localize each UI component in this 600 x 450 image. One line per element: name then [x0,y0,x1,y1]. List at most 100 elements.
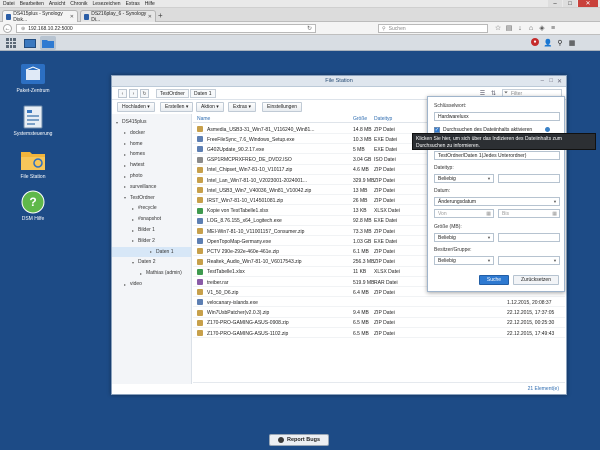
new-tab-icon[interactable]: + [158,11,163,20]
table-row[interactable]: Win7UsbPatcher(v2.0.3).zip 9.4 MB ZIP Date… [193,308,565,318]
reader-icon[interactable]: ▤ [505,24,513,32]
tree-item[interactable]: ▾ DS415plus [116,117,146,127]
settings-button[interactable]: Einstellungen [262,102,303,112]
chevron-right-icon[interactable]: ▸ [132,228,136,233]
tree-item[interactable]: ▸ #recycle [132,203,157,213]
menu-lesezeichen[interactable]: Lesezeichen [93,1,121,7]
chevron-right-icon[interactable]: ▸ [132,217,136,222]
chevron-right-icon[interactable]: ▸ [150,249,154,254]
extension-input[interactable] [498,174,560,183]
chevron-right-icon[interactable]: ▸ [132,238,136,243]
tree-item[interactable]: ▸ Bilder 1 [132,225,155,235]
download-icon[interactable]: ↓ [516,24,524,32]
tree-item[interactable]: ▸ hwtest [124,160,144,170]
filetype-select[interactable]: Beliebig ▼ [434,174,494,183]
tree-item[interactable]: ▸ surveillance [124,182,156,192]
tools-button[interactable]: Extras ▾ [228,102,257,112]
upload-button[interactable]: Hochladen ▾ [117,102,155,112]
hamburger-menu-icon[interactable]: ≡ [549,24,557,32]
home-icon[interactable]: ⌂ [527,24,535,32]
chevron-right-icon[interactable]: ▸ [124,163,128,168]
tree-item[interactable]: ▸ docker [124,128,145,138]
menu-datei[interactable]: Datei [3,1,15,7]
tree-item[interactable]: ▸ Mathias (admin) [140,268,182,278]
notification-icon[interactable]: ● [531,38,539,46]
chevron-right-icon[interactable]: ▸ [124,174,128,179]
tab-close-icon[interactable]: ✕ [70,14,74,20]
table-row[interactable]: Z170-PRO-GAMING-ASUS-0908.zip 6.5 MB ZIP D… [193,318,565,328]
back-icon[interactable]: ‹ [118,89,127,98]
chevron-right-icon[interactable]: ▸ [124,152,128,157]
chevron-down-icon[interactable]: ▾ [132,260,136,265]
date-from-input[interactable]: Von ▦ [434,209,494,218]
maximize-icon[interactable]: □ [549,78,553,84]
column-name[interactable]: Name [197,116,210,122]
desktop-icon-control-panel[interactable]: Systemsteuerung [8,105,58,137]
info-icon[interactable] [544,126,551,133]
taskbar-file-station-icon[interactable] [40,36,56,50]
size-input[interactable] [498,233,560,242]
search-icon[interactable]: ⚲ [555,38,565,48]
minimize-icon[interactable]: – [548,0,562,7]
forward-icon[interactable]: › [129,89,138,98]
tree-item[interactable]: ▸ Daten 1 [112,246,191,257]
widgets-icon[interactable]: ▦ [567,38,577,48]
breadcrumb-item[interactable]: TestOrdner [156,89,189,98]
chevron-right-icon[interactable]: ▸ [124,130,128,135]
main-menu-icon[interactable] [6,38,16,48]
menu-ansicht[interactable]: Ansicht [49,1,65,7]
maximize-icon[interactable]: □ [563,0,577,7]
reset-button[interactable]: Zurücksetzen [513,275,559,285]
location-select[interactable]: TestOrdner/Daten 1(Jedes Unterordner) [434,151,560,160]
desktop-icon-dsm-help[interactable]: ? DSM Hilfe [8,190,58,222]
tree-item[interactable]: ▸ #snapshot [132,214,161,224]
table-row[interactable]: Z170-PRO-GAMING-ASUS-1102.zip 6.5 MB ZIP D… [193,328,565,338]
chevron-down-icon[interactable]: ▾ [116,120,120,125]
chevron-right-icon[interactable]: ▸ [124,141,128,146]
url-bar[interactable]: ⊕ 192.168.10.22:5000 ↻ [16,24,316,33]
action-button[interactable]: Aktion ▾ [196,102,224,112]
tree-item[interactable]: ▸ photo [124,171,143,181]
reload-icon[interactable]: ↻ [307,25,312,32]
keyword-input[interactable]: Hardwareluxx [434,112,560,121]
user-icon[interactable]: 👤 [543,38,553,48]
chevron-right-icon[interactable]: ▸ [124,282,128,287]
report-bugs-button[interactable]: Report Bugs [269,434,329,446]
menu-bearbeiten[interactable]: Bearbeiten [20,1,44,7]
browser-tab-2[interactable]: DS216play_6 - Synology Di... ✕ [80,10,156,23]
tree-item[interactable]: ▾ TestOrdner [124,193,155,203]
owner-value-select[interactable]: ▼ [498,256,560,265]
search-input[interactable]: ⚲ Suchen [378,24,488,33]
tree-item[interactable]: ▸ home [124,139,143,149]
tree-item[interactable]: ▸ Bilder 2 [132,236,155,246]
owner-select[interactable]: Beliebig ▼ [434,256,494,265]
menu-hilfe[interactable]: Hilfe [145,1,155,7]
tab-close-icon[interactable]: ✕ [148,14,152,20]
pocket-icon[interactable]: ◈ [538,24,546,32]
menu-chronik[interactable]: Chronik [70,1,87,7]
column-size[interactable]: Größe [353,116,367,122]
close-icon[interactable]: ✕ [578,0,598,7]
star-icon[interactable]: ☆ [494,24,502,32]
date-to-input[interactable]: Bis ▦ [498,209,560,218]
chevron-down-icon[interactable]: ▾ [124,195,128,200]
desktop-icon-file-station[interactable]: File Station [8,148,58,180]
chevron-right-icon[interactable]: ▸ [124,184,128,189]
back-icon[interactable]: ← [3,24,12,33]
show-desktop-icon[interactable] [22,36,38,50]
chevron-right-icon[interactable]: ▸ [132,206,136,211]
minimize-icon[interactable]: – [541,78,544,84]
menu-extras[interactable]: Extras [126,1,140,7]
tree-item[interactable]: ▾ Daten 2 [132,257,156,267]
breadcrumb-item[interactable]: Daten 1 [190,89,216,98]
refresh-icon[interactable]: ↻ [140,89,149,98]
search-button[interactable]: Suche [479,275,509,285]
create-button[interactable]: Erstellen ▾ [160,102,194,112]
column-type[interactable]: Dateityp [374,116,392,122]
chevron-right-icon[interactable]: ▸ [140,271,144,276]
size-select[interactable]: Beliebig ▼ [434,233,494,242]
tree-item[interactable]: ▸ homes [124,149,145,159]
tree-item[interactable]: ▸ video [124,279,142,289]
date-type-select[interactable]: Änderungsdatum ▼ [434,197,560,206]
close-icon[interactable]: ✕ [557,78,562,85]
